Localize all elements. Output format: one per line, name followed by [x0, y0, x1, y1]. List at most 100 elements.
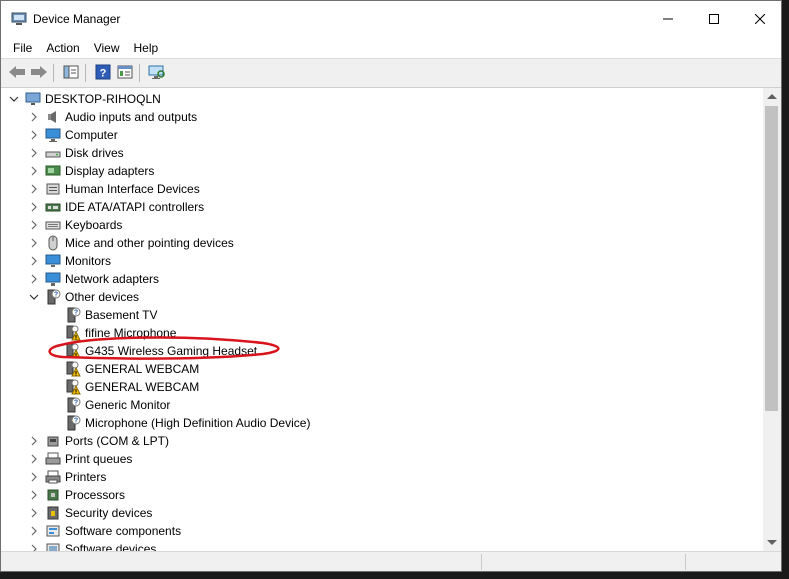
- tree-item-label: Keyboards: [65, 218, 123, 232]
- chevron-right-icon[interactable]: [29, 112, 39, 122]
- menu-file[interactable]: File: [6, 38, 39, 58]
- chevron-right-icon[interactable]: [29, 166, 39, 176]
- console-tree-icon: [63, 64, 79, 83]
- tree-device[interactable]: ? Basement TV: [65, 306, 157, 324]
- disk-drive-icon: [45, 145, 61, 161]
- chevron-right-icon[interactable]: [29, 256, 39, 266]
- vertical-scrollbar[interactable]: [763, 88, 781, 551]
- tree-item-label: Other devices: [65, 290, 140, 304]
- tree-category[interactable]: Audio inputs and outputs: [29, 108, 197, 126]
- chevron-right-icon[interactable]: [29, 238, 39, 248]
- scan-monitor-icon: [148, 64, 166, 83]
- monitor-icon: [45, 253, 61, 269]
- tree-device[interactable]: GENERAL WEBCAM: [65, 378, 199, 396]
- chevron-down-icon[interactable]: [9, 94, 19, 104]
- properties-button[interactable]: [115, 63, 135, 83]
- tree-item-label: Print queues: [65, 452, 133, 466]
- show-hide-console-tree-button[interactable]: [61, 63, 81, 83]
- tree-device-highlighted[interactable]: G435 Wireless Gaming Headset: [65, 342, 257, 360]
- forward-button[interactable]: [29, 63, 49, 83]
- security-icon: [45, 505, 61, 521]
- unknown-device-icon: ?: [65, 397, 81, 413]
- tree-item-label: IDE ATA/ATAPI controllers: [65, 200, 205, 214]
- unknown-device-icon: ?: [65, 415, 81, 431]
- status-segment: [485, 554, 686, 570]
- software-component-icon: [45, 523, 61, 539]
- tree-category[interactable]: Processors: [29, 486, 125, 504]
- chevron-right-icon[interactable]: [29, 148, 39, 158]
- chevron-right-icon[interactable]: [29, 220, 39, 230]
- tree-root[interactable]: DESKTOP-RIHOQLN: [9, 90, 161, 108]
- back-button[interactable]: [7, 63, 27, 83]
- chevron-right-icon[interactable]: [29, 526, 39, 536]
- close-button[interactable]: [737, 1, 781, 37]
- tree-category[interactable]: Printers: [29, 468, 106, 486]
- tree-item-label: G435 Wireless Gaming Headset: [85, 344, 258, 358]
- help-button[interactable]: ?: [93, 63, 113, 83]
- chevron-right-icon[interactable]: [29, 274, 39, 284]
- chevron-right-icon[interactable]: [29, 472, 39, 482]
- chevron-right-icon[interactable]: [29, 490, 39, 500]
- svg-text:?: ?: [74, 418, 78, 425]
- svg-text:?: ?: [74, 310, 78, 317]
- back-arrow-icon: [8, 65, 26, 82]
- print-queue-icon: [45, 451, 61, 467]
- tree-item-label: Ports (COM & LPT): [65, 434, 170, 448]
- tree-category[interactable]: Software components: [29, 522, 181, 540]
- scan-hardware-changes-button[interactable]: [147, 63, 167, 83]
- chevron-right-icon[interactable]: [29, 130, 39, 140]
- tree-item-label: Mice and other pointing devices: [65, 236, 234, 250]
- tree-item-label: Network adapters: [65, 272, 160, 286]
- menu-help[interactable]: Help: [127, 38, 166, 58]
- printer-icon: [45, 469, 61, 485]
- scroll-thumb[interactable]: [765, 106, 778, 411]
- minimize-button[interactable]: [645, 1, 691, 37]
- tree-item-label: Audio inputs and outputs: [65, 110, 198, 124]
- forward-arrow-icon: [30, 65, 48, 82]
- chevron-right-icon[interactable]: [29, 454, 39, 464]
- toolbar-separator: [85, 64, 86, 82]
- tree-item-label: Generic Monitor: [85, 398, 171, 412]
- chevron-right-icon[interactable]: [29, 436, 39, 446]
- scroll-down-arrow-icon[interactable]: [767, 540, 777, 545]
- tree-category[interactable]: Ports (COM & LPT): [29, 432, 169, 450]
- scroll-up-arrow-icon[interactable]: [767, 94, 777, 99]
- tree-category[interactable]: IDE ATA/ATAPI controllers: [29, 198, 204, 216]
- toolbar: ?: [1, 58, 781, 88]
- tree-device[interactable]: GENERAL WEBCAM: [65, 360, 199, 378]
- tree-category[interactable]: Human Interface Devices: [29, 180, 200, 198]
- unknown-device-icon: ?: [65, 307, 81, 323]
- tree-category[interactable]: Security devices: [29, 504, 152, 522]
- chevron-right-icon[interactable]: [29, 184, 39, 194]
- tree-category[interactable]: Mice and other pointing devices: [29, 234, 234, 252]
- tree-category[interactable]: Disk drives: [29, 144, 124, 162]
- tree-category[interactable]: Computer: [29, 126, 118, 144]
- chevron-right-icon[interactable]: [29, 544, 39, 551]
- svg-text:?: ?: [100, 67, 107, 79]
- device-tree[interactable]: DESKTOP-RIHOQLN Audio inputs and outputs C…: [5, 88, 763, 551]
- tree-item-label: Processors: [65, 488, 126, 502]
- tree-category[interactable]: Keyboards: [29, 216, 122, 234]
- tree-category[interactable]: Software devices: [29, 540, 156, 551]
- chevron-right-icon[interactable]: [29, 508, 39, 518]
- tree-item-label: GENERAL WEBCAM: [85, 380, 200, 394]
- tree-category[interactable]: Print queues: [29, 450, 132, 468]
- properties-icon: [117, 64, 133, 83]
- tree-category[interactable]: Network adapters: [29, 270, 159, 288]
- title-bar[interactable]: Device Manager: [1, 1, 781, 37]
- tree-category[interactable]: Display adapters: [29, 162, 154, 180]
- menu-bar: File Action View Help: [1, 37, 781, 58]
- svg-text:?: ?: [54, 292, 58, 299]
- tree-category[interactable]: ? Other devices: [29, 288, 139, 306]
- chevron-right-icon[interactable]: [29, 202, 39, 212]
- menu-view[interactable]: View: [87, 38, 127, 58]
- tree-device[interactable]: ? Generic Monitor: [65, 396, 170, 414]
- tree-device[interactable]: fifine Microphone: [65, 324, 176, 342]
- tree-device[interactable]: ? Microphone (High Definition Audio Devic…: [65, 414, 310, 432]
- chevron-down-icon[interactable]: [29, 292, 39, 302]
- warning-device-icon: [65, 361, 81, 377]
- tree-category[interactable]: Monitors: [29, 252, 111, 270]
- tree-item-label: Computer: [65, 128, 118, 142]
- menu-action[interactable]: Action: [39, 38, 86, 58]
- maximize-button[interactable]: [691, 1, 737, 37]
